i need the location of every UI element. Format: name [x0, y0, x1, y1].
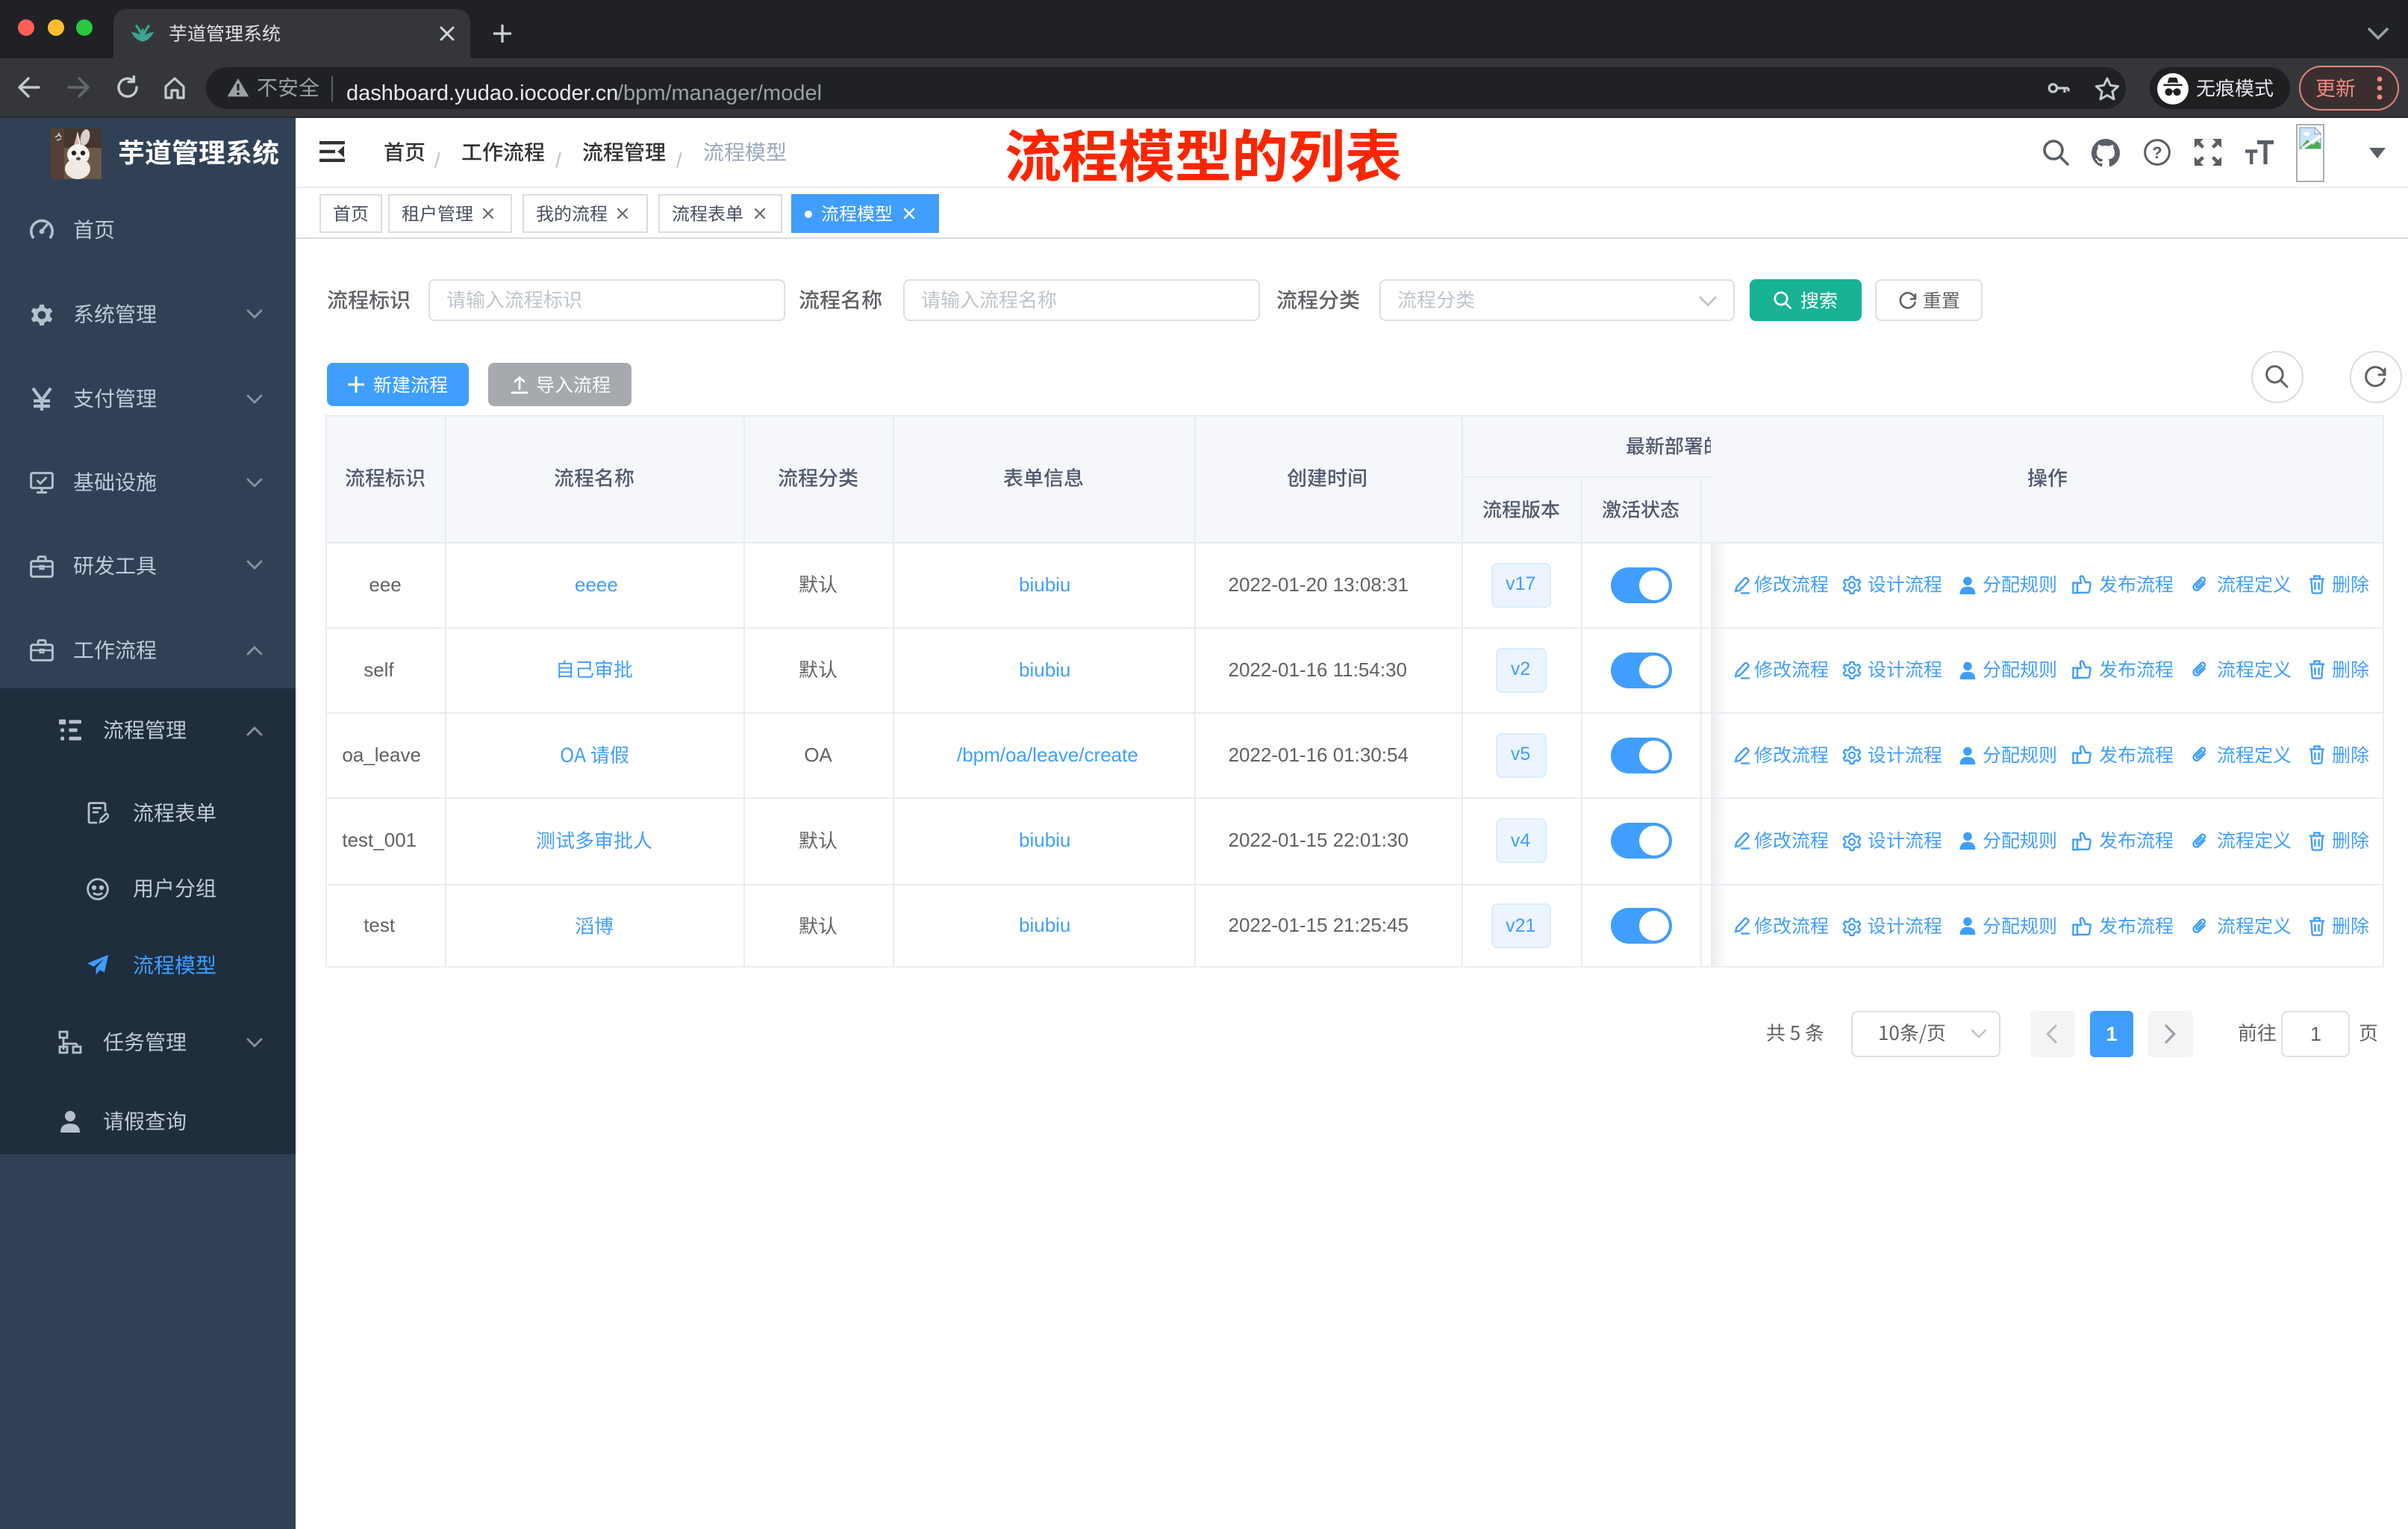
svg-text:?: ?: [2152, 143, 2162, 162]
